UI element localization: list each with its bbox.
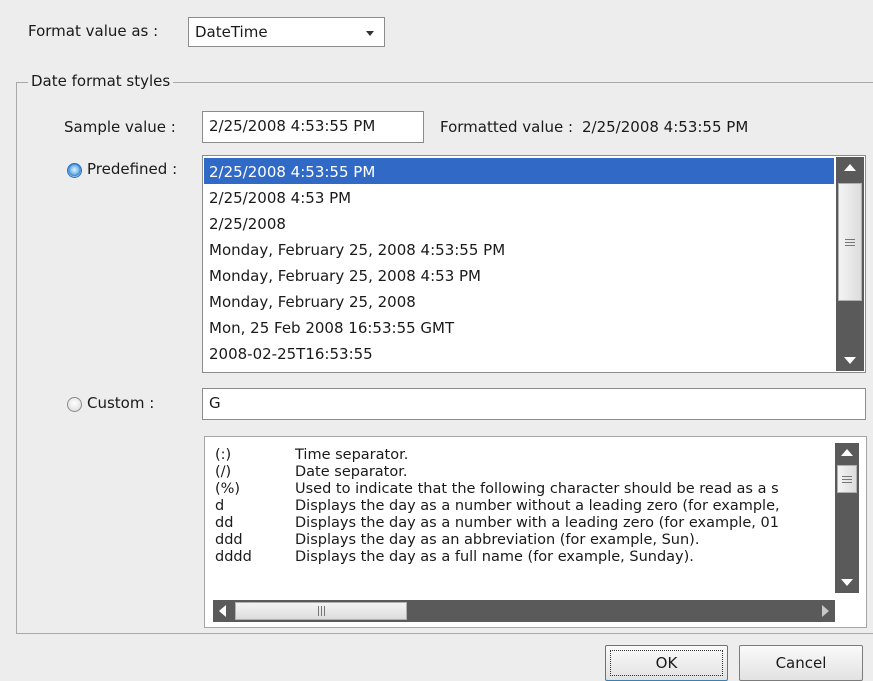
list-item[interactable]: Mon, 25 Feb 2008 16:53:55 GMT [204, 314, 834, 340]
custom-label: Custom : [87, 394, 155, 412]
list-item[interactable]: 2/25/2008 [204, 210, 834, 236]
custom-format-input[interactable]: G [202, 388, 866, 420]
help-code: ddd [215, 532, 243, 548]
predefined-vertical-scrollbar[interactable] [836, 157, 864, 371]
custom-format-text: G [209, 394, 221, 412]
format-type-value: DateTime [195, 23, 268, 41]
list-item[interactable]: 2008-02-25T16:53:55 [204, 340, 834, 366]
grip-icon [845, 239, 855, 246]
grip-icon [318, 606, 325, 616]
list-item[interactable]: 2/25/2008 4:53:55 PM [204, 158, 834, 184]
scroll-thumb[interactable] [838, 183, 862, 301]
help-desc: Time separator. [295, 447, 409, 463]
help-desc: Displays the day as a number with a lead… [295, 515, 779, 531]
sample-value-label: Sample value : [64, 118, 176, 136]
format-type-dropdown[interactable]: DateTime [188, 17, 385, 47]
predefined-label: Predefined : [87, 160, 178, 178]
format-value-as-label: Format value as : [28, 22, 159, 40]
help-desc: Used to indicate that the following char… [295, 481, 779, 497]
focus-rect [610, 650, 723, 676]
chevron-down-icon [366, 31, 374, 36]
arrow-left-icon[interactable] [219, 605, 226, 617]
help-vertical-scrollbar[interactable] [835, 443, 859, 593]
list-item[interactable]: 2/25/2008 4:53 PM [204, 184, 834, 210]
sample-value-text: 2/25/2008 4:53:55 PM [209, 117, 376, 135]
formatted-value-text: 2/25/2008 4:53:55 PM [582, 118, 749, 136]
predefined-radio[interactable] [67, 163, 82, 178]
help-desc: Displays the day as an abbreviation (for… [295, 532, 700, 548]
help-code: dd [215, 515, 234, 531]
arrow-right-icon[interactable] [822, 605, 829, 617]
arrow-up-icon [841, 449, 853, 456]
arrow-down-icon [844, 357, 856, 364]
scroll-up-button[interactable] [836, 157, 864, 179]
group-title: Date format styles [28, 72, 174, 90]
arrow-down-icon [841, 579, 853, 586]
list-item[interactable]: Monday, February 25, 2008 4:53 PM [204, 262, 834, 288]
scroll-up-button[interactable] [835, 443, 859, 463]
help-desc: Displays the day as a number without a l… [295, 498, 780, 514]
scroll-down-button[interactable] [835, 573, 859, 593]
help-code: d [215, 498, 225, 514]
help-code: (:) [215, 447, 232, 463]
help-code: (/) [215, 464, 232, 480]
help-code: (%) [215, 481, 241, 497]
list-item[interactable]: Monday, February 25, 2008 4:53:55 PM [204, 236, 834, 262]
help-desc: Date separator. [295, 464, 408, 480]
format-help-panel: (:) Time separator. (/) Date separator. (%… [204, 436, 867, 628]
list-item[interactable]: Monday, February 25, 2008 [204, 288, 834, 314]
scroll-thumb[interactable] [837, 465, 857, 493]
help-code: dddd [215, 549, 252, 565]
scroll-down-button[interactable] [836, 349, 864, 371]
custom-radio[interactable] [67, 397, 82, 412]
help-desc: Displays the day as a full name (for exa… [295, 549, 694, 565]
ok-button[interactable]: OK [605, 645, 728, 681]
formatted-value-label: Formatted value : [440, 118, 574, 136]
cancel-button[interactable]: Cancel [739, 645, 863, 681]
grip-icon [842, 476, 852, 483]
help-horizontal-scrollbar[interactable] [213, 600, 835, 622]
cancel-button-label: Cancel [775, 654, 827, 672]
predefined-format-list[interactable]: 2/25/2008 4:53:55 PM 2/25/2008 4:53 PM 2… [202, 155, 866, 373]
scroll-thumb[interactable] [235, 602, 407, 620]
sample-value-input[interactable]: 2/25/2008 4:53:55 PM [202, 111, 424, 143]
arrow-up-icon [844, 164, 856, 171]
